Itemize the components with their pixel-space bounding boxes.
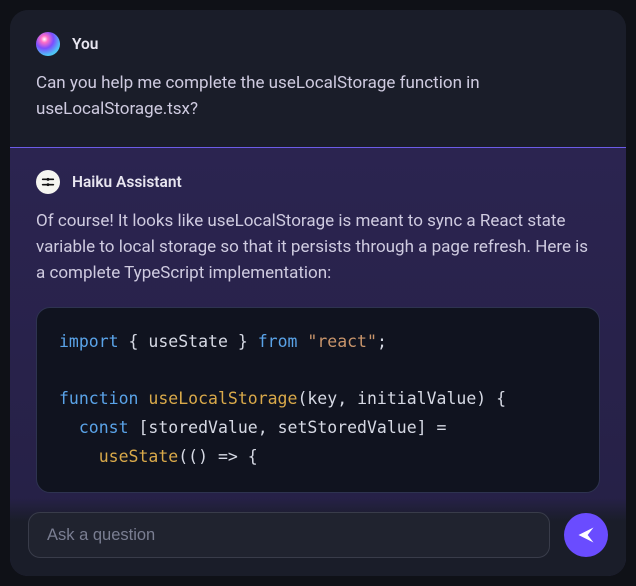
code-token: import: [59, 332, 119, 351]
code-token: setStoredValue: [278, 418, 417, 437]
code-token: useState: [99, 447, 178, 466]
code-token: }: [238, 332, 248, 351]
user-avatar-icon: [36, 32, 60, 56]
code-token: function: [59, 389, 138, 408]
code-token: ,: [337, 389, 357, 408]
user-message: You Can you help me complete the useLoca…: [10, 10, 626, 147]
chat-panel: You Can you help me complete the useLoca…: [10, 10, 626, 576]
code-token: "react": [307, 332, 377, 351]
code-token: storedValue: [148, 418, 257, 437]
code-token: ,: [258, 418, 278, 437]
code-token: {: [129, 332, 139, 351]
user-message-text: Can you help me complete the useLocalSto…: [36, 70, 600, 123]
code-token: ] =: [417, 418, 447, 437]
code-token: [297, 332, 307, 351]
assistant-sender-label: Haiku Assistant: [72, 173, 182, 191]
code-token: from: [258, 332, 298, 351]
user-sender-label: You: [72, 35, 98, 53]
code-token: [248, 332, 258, 351]
code-token: {: [486, 389, 506, 408]
code-token: key: [307, 389, 337, 408]
assistant-avatar-icon: [36, 170, 60, 194]
code-token: ;: [377, 332, 387, 351]
code-token: initialValue: [357, 389, 476, 408]
code-token: [59, 418, 79, 437]
code-token: ): [476, 389, 486, 408]
send-button[interactable]: [564, 513, 608, 557]
assistant-message-header: Haiku Assistant: [36, 170, 600, 194]
code-token: useLocalStorage: [148, 389, 297, 408]
send-icon: [576, 525, 596, 545]
ask-input[interactable]: [28, 512, 550, 558]
code-token: [: [129, 418, 149, 437]
code-token: useState: [138, 332, 237, 351]
input-row: [10, 498, 626, 576]
code-token: const: [79, 418, 129, 437]
code-token: [59, 447, 99, 466]
code-token: (() => {: [178, 447, 257, 466]
code-token: (: [297, 389, 307, 408]
code-token: [119, 332, 129, 351]
code-block[interactable]: import { useState } from "react"; functi…: [36, 307, 600, 493]
message-list: You Can you help me complete the useLoca…: [10, 10, 626, 576]
user-message-header: You: [36, 32, 600, 56]
assistant-message-text: Of course! It looks like useLocalStorage…: [36, 208, 600, 287]
code-token: [138, 389, 148, 408]
